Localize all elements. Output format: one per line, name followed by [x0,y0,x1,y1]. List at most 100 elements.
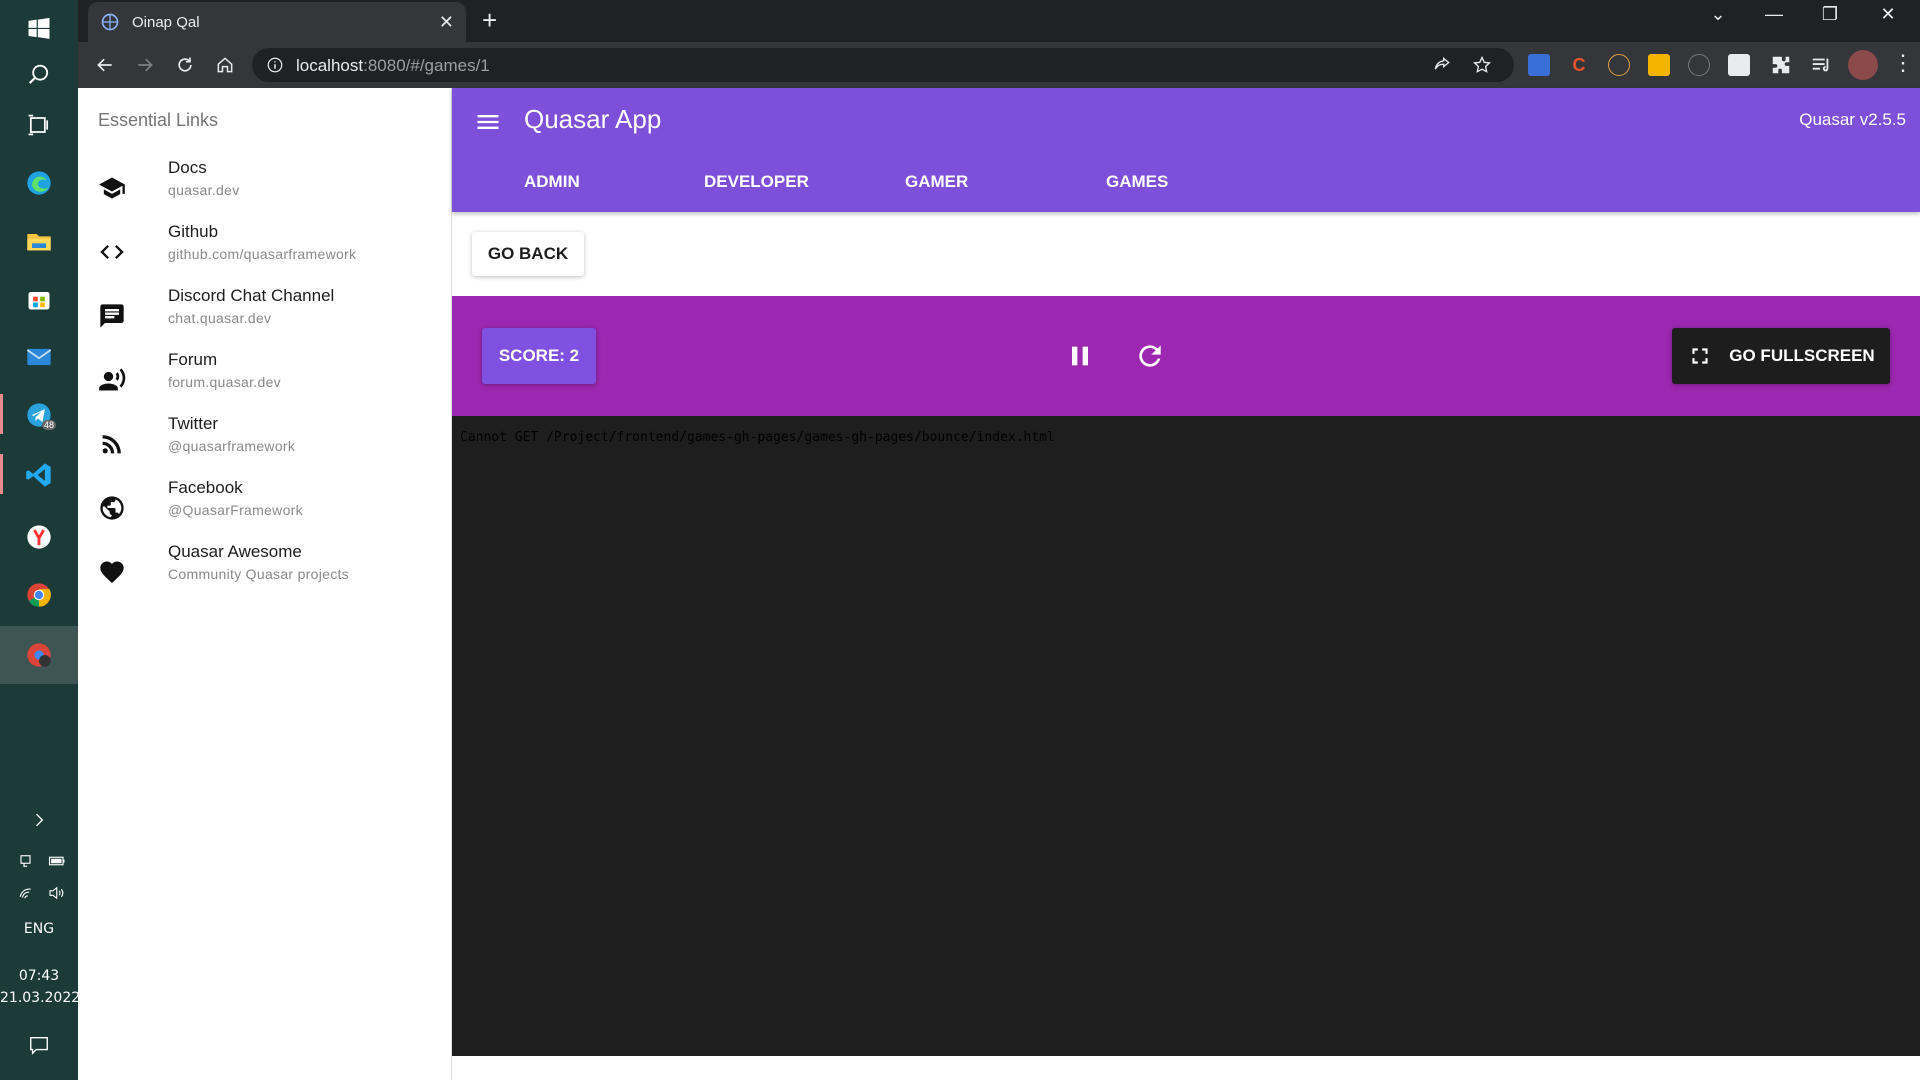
media-control-icon[interactable] [1810,54,1832,81]
url-path: :8080/#/games/1 [363,56,490,75]
tab-title: Oinap Qal [132,13,200,31]
mail-icon[interactable] [0,328,78,386]
chrome-profile-icon[interactable] [0,626,78,684]
restore-icon[interactable]: ❐ [1810,4,1850,25]
drawer-header: Essential Links [98,110,219,130]
minimize-icon[interactable]: — [1754,4,1794,25]
site-info-icon[interactable] [266,56,284,74]
link-caption: quasar.dev [168,182,240,198]
tab-close-icon[interactable]: ✕ [439,12,454,33]
link-caption: forum.quasar.dev [168,374,281,390]
refresh-icon[interactable] [1134,340,1166,372]
extension-1-icon[interactable] [1528,54,1550,76]
chevron-right-icon[interactable] [0,803,78,837]
fullscreen-label: GO FULLSCREEN [1729,346,1875,365]
reload-icon[interactable] [172,52,198,78]
school-icon [98,174,126,202]
error-message: Cannot GET /Project/frontend/games-gh-pa… [460,430,1055,445]
rss-feed-icon [98,430,126,458]
link-forum[interactable]: Forum forum.quasar.dev [78,346,452,410]
version-label: Quasar v2.5.5 [1799,110,1906,129]
store-icon[interactable] [0,270,78,328]
network-tray-icon[interactable] [18,852,36,875]
vscode-icon[interactable] [0,446,78,504]
game-control-bar: SCORE: 2 GO FULLSCREEN [452,296,1920,416]
link-title: Facebook [168,478,243,497]
pause-icon[interactable] [1064,340,1096,372]
extension-5-icon[interactable] [1688,54,1710,76]
tab-admin[interactable]: ADMIN [524,172,580,192]
link-quasar-awesome[interactable]: Quasar Awesome Community Quasar projects [78,538,452,602]
link-caption: @quasarframework [168,438,296,454]
browser-toolbar: localhost:8080/#/games/1 C ⋮ [78,42,1920,88]
notifications-icon[interactable] [27,1034,51,1061]
forward-icon[interactable] [132,52,158,78]
url-host: localhost [296,56,364,75]
link-discord[interactable]: Discord Chat Channel chat.quasar.dev [78,282,452,346]
link-title: Docs [168,158,207,177]
clock-time[interactable]: 07:43 [0,968,78,984]
link-github[interactable]: Github github.com/quasarframework [78,218,452,282]
left-drawer: Essential Links Docs quasar.dev Github g… [78,88,452,1080]
yandex-icon[interactable] [0,508,78,566]
back-icon[interactable] [92,52,118,78]
chrome-icon[interactable] [0,566,78,624]
link-title: Twitter [168,414,219,433]
telegram-badge: 48 [42,420,57,430]
tab-gamer[interactable]: GAMER [905,172,968,192]
bookmark-star-icon[interactable] [1472,55,1492,75]
extension-3-icon[interactable] [1608,54,1630,76]
home-icon[interactable] [212,52,238,78]
task-view-icon[interactable] [0,96,78,154]
tab-developer[interactable]: DEVELOPER [704,172,809,192]
browser-menu-icon[interactable]: ⋮ [1892,52,1914,74]
extensions-puzzle-icon[interactable] [1770,54,1792,81]
window-close-icon[interactable]: ✕ [1868,4,1908,25]
file-explorer-icon[interactable] [0,212,78,270]
public-icon [98,494,126,522]
extension-4-icon[interactable] [1648,54,1670,76]
chat-icon [98,302,126,330]
wifi-icon[interactable] [18,884,36,907]
telegram-icon[interactable]: 48 [0,386,78,444]
go-back-button[interactable]: GO BACK [472,232,584,276]
menu-icon[interactable] [474,108,502,136]
address-bar[interactable]: localhost:8080/#/games/1 [252,48,1514,82]
url-text[interactable]: localhost:8080/#/games/1 [296,56,490,76]
tab-favicon-icon [101,13,119,31]
link-caption: Community Quasar projects [168,566,350,582]
fullscreen-button[interactable]: GO FULLSCREEN [1672,328,1890,384]
link-caption: chat.quasar.dev [168,310,272,326]
clock-date[interactable]: 21.03.2022 [0,990,80,1006]
language-indicator[interactable]: ENG [0,921,78,937]
link-facebook[interactable]: Facebook @QuasarFramework [78,474,452,538]
tab-search-icon[interactable]: ⌄ [1698,4,1738,25]
windows-taskbar: 48 ENG 07:43 21.03.2022 [0,0,80,1080]
link-docs[interactable]: Docs quasar.dev [78,154,452,218]
link-caption: @QuasarFramework [168,502,303,518]
tab-games[interactable]: GAMES [1106,172,1168,192]
extension-2-icon[interactable]: C [1568,54,1590,76]
link-twitter[interactable]: Twitter @quasarframework [78,410,452,474]
share-icon[interactable] [1432,55,1452,75]
link-title: Quasar Awesome [168,542,302,561]
app-header: Quasar App Quasar v2.5.5 ADMIN DEVELOPER… [452,88,1920,212]
fullscreen-icon [1692,348,1708,364]
new-tab-icon[interactable]: + [482,7,497,33]
extension-6-icon[interactable] [1728,54,1750,76]
record-voice-icon [98,366,126,394]
volume-icon[interactable] [46,884,66,907]
browser-tab-strip: Oinap Qal ✕ + ⌄ — ❐ ✕ [78,0,1920,42]
browser-tab[interactable]: Oinap Qal ✕ [88,2,466,42]
battery-icon[interactable] [46,852,68,875]
page-content: Essential Links Docs quasar.dev Github g… [78,88,1920,1080]
profile-avatar[interactable] [1848,50,1878,80]
link-caption: github.com/quasarframework [168,246,357,262]
app-title: Quasar App [524,104,662,134]
score-button[interactable]: SCORE: 2 [482,328,596,384]
link-title: Discord Chat Channel [168,286,335,305]
link-title: Github [168,222,219,241]
edge-icon[interactable] [0,154,78,212]
link-title: Forum [168,350,218,369]
game-iframe[interactable]: Cannot GET /Project/frontend/games-gh-pa… [452,416,1920,1056]
